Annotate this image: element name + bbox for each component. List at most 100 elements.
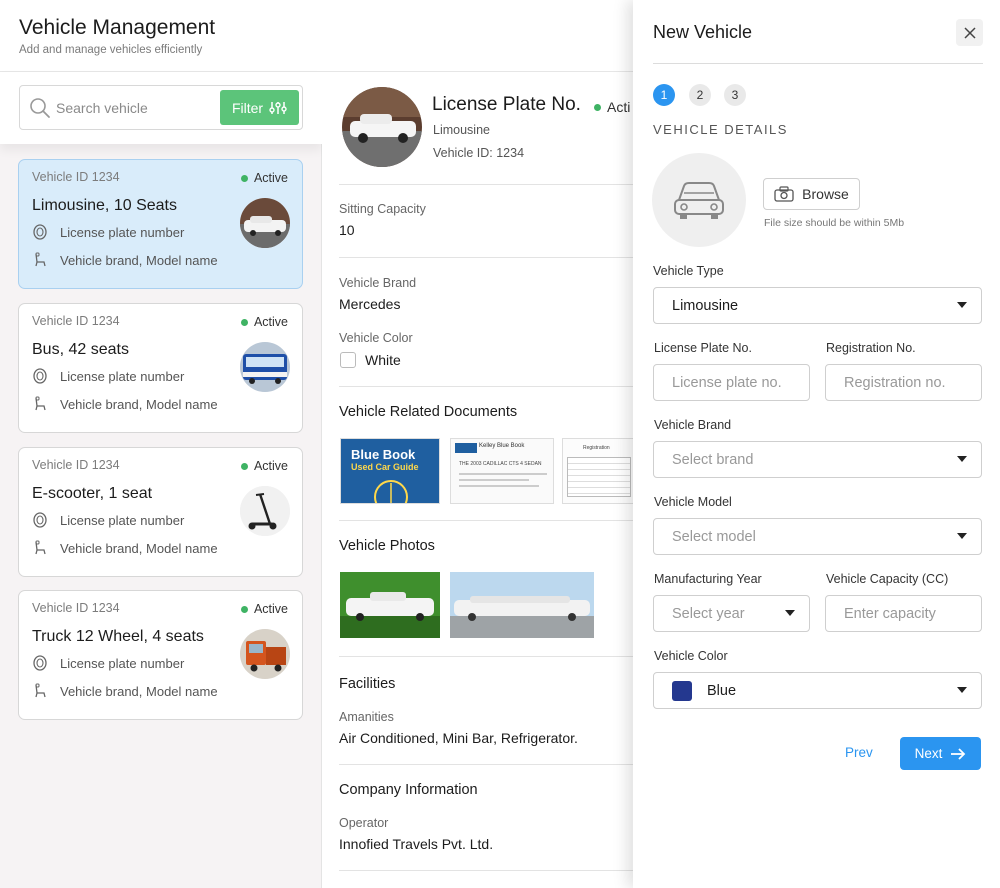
capacity-placeholder: Enter capacity — [844, 605, 936, 622]
color-label: Vehicle Color — [339, 331, 413, 345]
search-box: Filter — [19, 85, 303, 130]
registration-input[interactable]: Registration no. — [825, 364, 982, 401]
vehicle-name: Truck 12 Wheel, 4 seats — [32, 628, 204, 645]
status-text: Active — [253, 459, 288, 473]
seat-icon — [35, 396, 46, 411]
close-button[interactable] — [956, 19, 983, 46]
tire-icon — [33, 368, 47, 384]
license-plate-label: License Plate No. — [654, 341, 752, 355]
brand-row: Vehicle brand, Model name — [32, 540, 218, 556]
vehicle-photo[interactable] — [450, 572, 594, 638]
step-3[interactable]: 3 — [724, 84, 746, 106]
plate-text: License plate number — [60, 512, 185, 528]
color-value: White — [365, 352, 401, 368]
brand-row: Vehicle brand, Model name — [32, 396, 218, 412]
file-size-hint: File size should be within 5Mb — [764, 217, 905, 229]
status-dot — [240, 318, 248, 326]
status-dot — [240, 605, 248, 613]
prev-button[interactable]: Prev — [845, 745, 873, 760]
step-1[interactable]: 1 — [653, 84, 675, 106]
color-select[interactable]: Blue — [653, 672, 982, 709]
document-thumbnail[interactable]: Blue Book Used Car Guide — [340, 438, 440, 504]
divider — [339, 386, 634, 387]
vehicle-photo[interactable] — [340, 572, 440, 638]
capacity-label: Vehicle Capacity (CC) — [826, 572, 949, 586]
photos-title: Vehicle Photos — [339, 538, 435, 554]
plate-text: License plate number — [60, 224, 185, 240]
vehicle-card[interactable]: Vehicle ID 1234 Active Bus, 42 seats Lic… — [18, 303, 303, 433]
brand-value: Mercedes — [339, 296, 401, 312]
search-icon — [30, 98, 50, 118]
document-thumbnail[interactable]: Kelley Blue Book THE 2003 CADILLAC CTS 4… — [450, 438, 554, 504]
model-label: Vehicle Model — [654, 495, 732, 509]
operator-value: Innofied Travels Pvt. Ltd. — [339, 836, 494, 852]
brand-select[interactable]: Select brand — [653, 441, 982, 478]
operator-label: Operator — [339, 816, 389, 830]
color-swatch — [340, 352, 356, 368]
license-plate-placeholder: License plate no. — [672, 374, 782, 391]
sitting-capacity-label: Sitting Capacity — [339, 202, 426, 216]
registration-label: Registration No. — [826, 341, 916, 355]
next-button[interactable]: Next — [900, 737, 981, 770]
brand-text: Vehicle brand, Model name — [60, 683, 218, 699]
tire-icon — [33, 224, 47, 240]
status-badge: Active — [240, 602, 288, 616]
close-icon — [963, 26, 976, 39]
doc-table — [567, 457, 631, 497]
vehicle-type-value: Limousine — [672, 297, 739, 314]
facilities-title: Facilities — [339, 676, 396, 692]
chevron-down-icon — [785, 610, 795, 616]
chevron-down-icon — [957, 687, 967, 693]
chevron-down-icon — [957, 533, 967, 539]
doc-title: Registration — [583, 445, 610, 451]
status-badge: Active — [240, 459, 288, 473]
vehicle-type-select[interactable]: Limousine — [653, 287, 982, 324]
license-plate-input[interactable]: License plate no. — [653, 364, 810, 401]
vehicle-id: Vehicle ID 1234 — [32, 170, 120, 184]
doc-title: Kelley Blue Book — [479, 443, 525, 449]
brand-text: Vehicle brand, Model name — [60, 540, 218, 556]
vehicle-card[interactable]: Vehicle ID 1234 Active E-scooter, 1 seat… — [18, 447, 303, 577]
vehicle-id: Vehicle ID 1234 — [32, 314, 120, 328]
model-select[interactable]: Select model — [653, 518, 982, 555]
doc-line — [459, 473, 547, 475]
detail-status-text: Acti — [607, 99, 631, 115]
model-placeholder: Select model — [672, 528, 756, 545]
brand-text: Vehicle brand, Model name — [60, 396, 218, 412]
document-thumbnail[interactable]: Registration — [562, 438, 634, 504]
status-text: Active — [253, 171, 288, 185]
divider — [339, 257, 634, 258]
car-icon — [674, 182, 724, 219]
plate-text: License plate number — [60, 655, 185, 671]
doc-title: Blue Book — [351, 447, 416, 462]
vehicle-card[interactable]: Vehicle ID 1234 Active Limousine, 10 Sea… — [18, 159, 303, 289]
vehicle-id: Vehicle ID 1234 — [32, 601, 120, 615]
year-select[interactable]: Select year — [653, 595, 810, 632]
filter-button[interactable]: Filter — [220, 90, 299, 125]
vehicle-avatar — [342, 87, 422, 167]
divider — [653, 63, 983, 64]
doc-subtitle: Used Car Guide — [351, 462, 419, 472]
step-2[interactable]: 2 — [689, 84, 711, 106]
brand-placeholder: Select brand — [672, 451, 754, 468]
next-label: Next — [914, 746, 943, 761]
plate-text: License plate number — [60, 368, 185, 384]
doc-line — [459, 485, 539, 487]
browse-label: Browse — [802, 186, 849, 202]
plate-row: License plate number — [32, 224, 184, 240]
drawer-title: New Vehicle — [653, 22, 753, 42]
status-dot — [240, 174, 248, 182]
seat-icon — [35, 683, 46, 698]
year-placeholder: Select year — [672, 605, 745, 622]
vehicle-card[interactable]: Vehicle ID 1234 Active Truck 12 Wheel, 4… — [18, 590, 303, 720]
search-input[interactable] — [56, 94, 216, 122]
vehicle-name: Limousine, 10 Seats — [32, 197, 177, 214]
detail-vehicle-id: Vehicle ID: 1234 — [433, 146, 525, 160]
divider — [339, 520, 634, 521]
vehicle-name: Bus, 42 seats — [32, 341, 129, 358]
capacity-input[interactable]: Enter capacity — [825, 595, 982, 632]
browse-button[interactable]: Browse — [763, 178, 860, 210]
page-title: Vehicle Management — [19, 16, 216, 39]
registration-placeholder: Registration no. — [844, 374, 946, 391]
brand-row: Vehicle brand, Model name — [32, 252, 218, 268]
